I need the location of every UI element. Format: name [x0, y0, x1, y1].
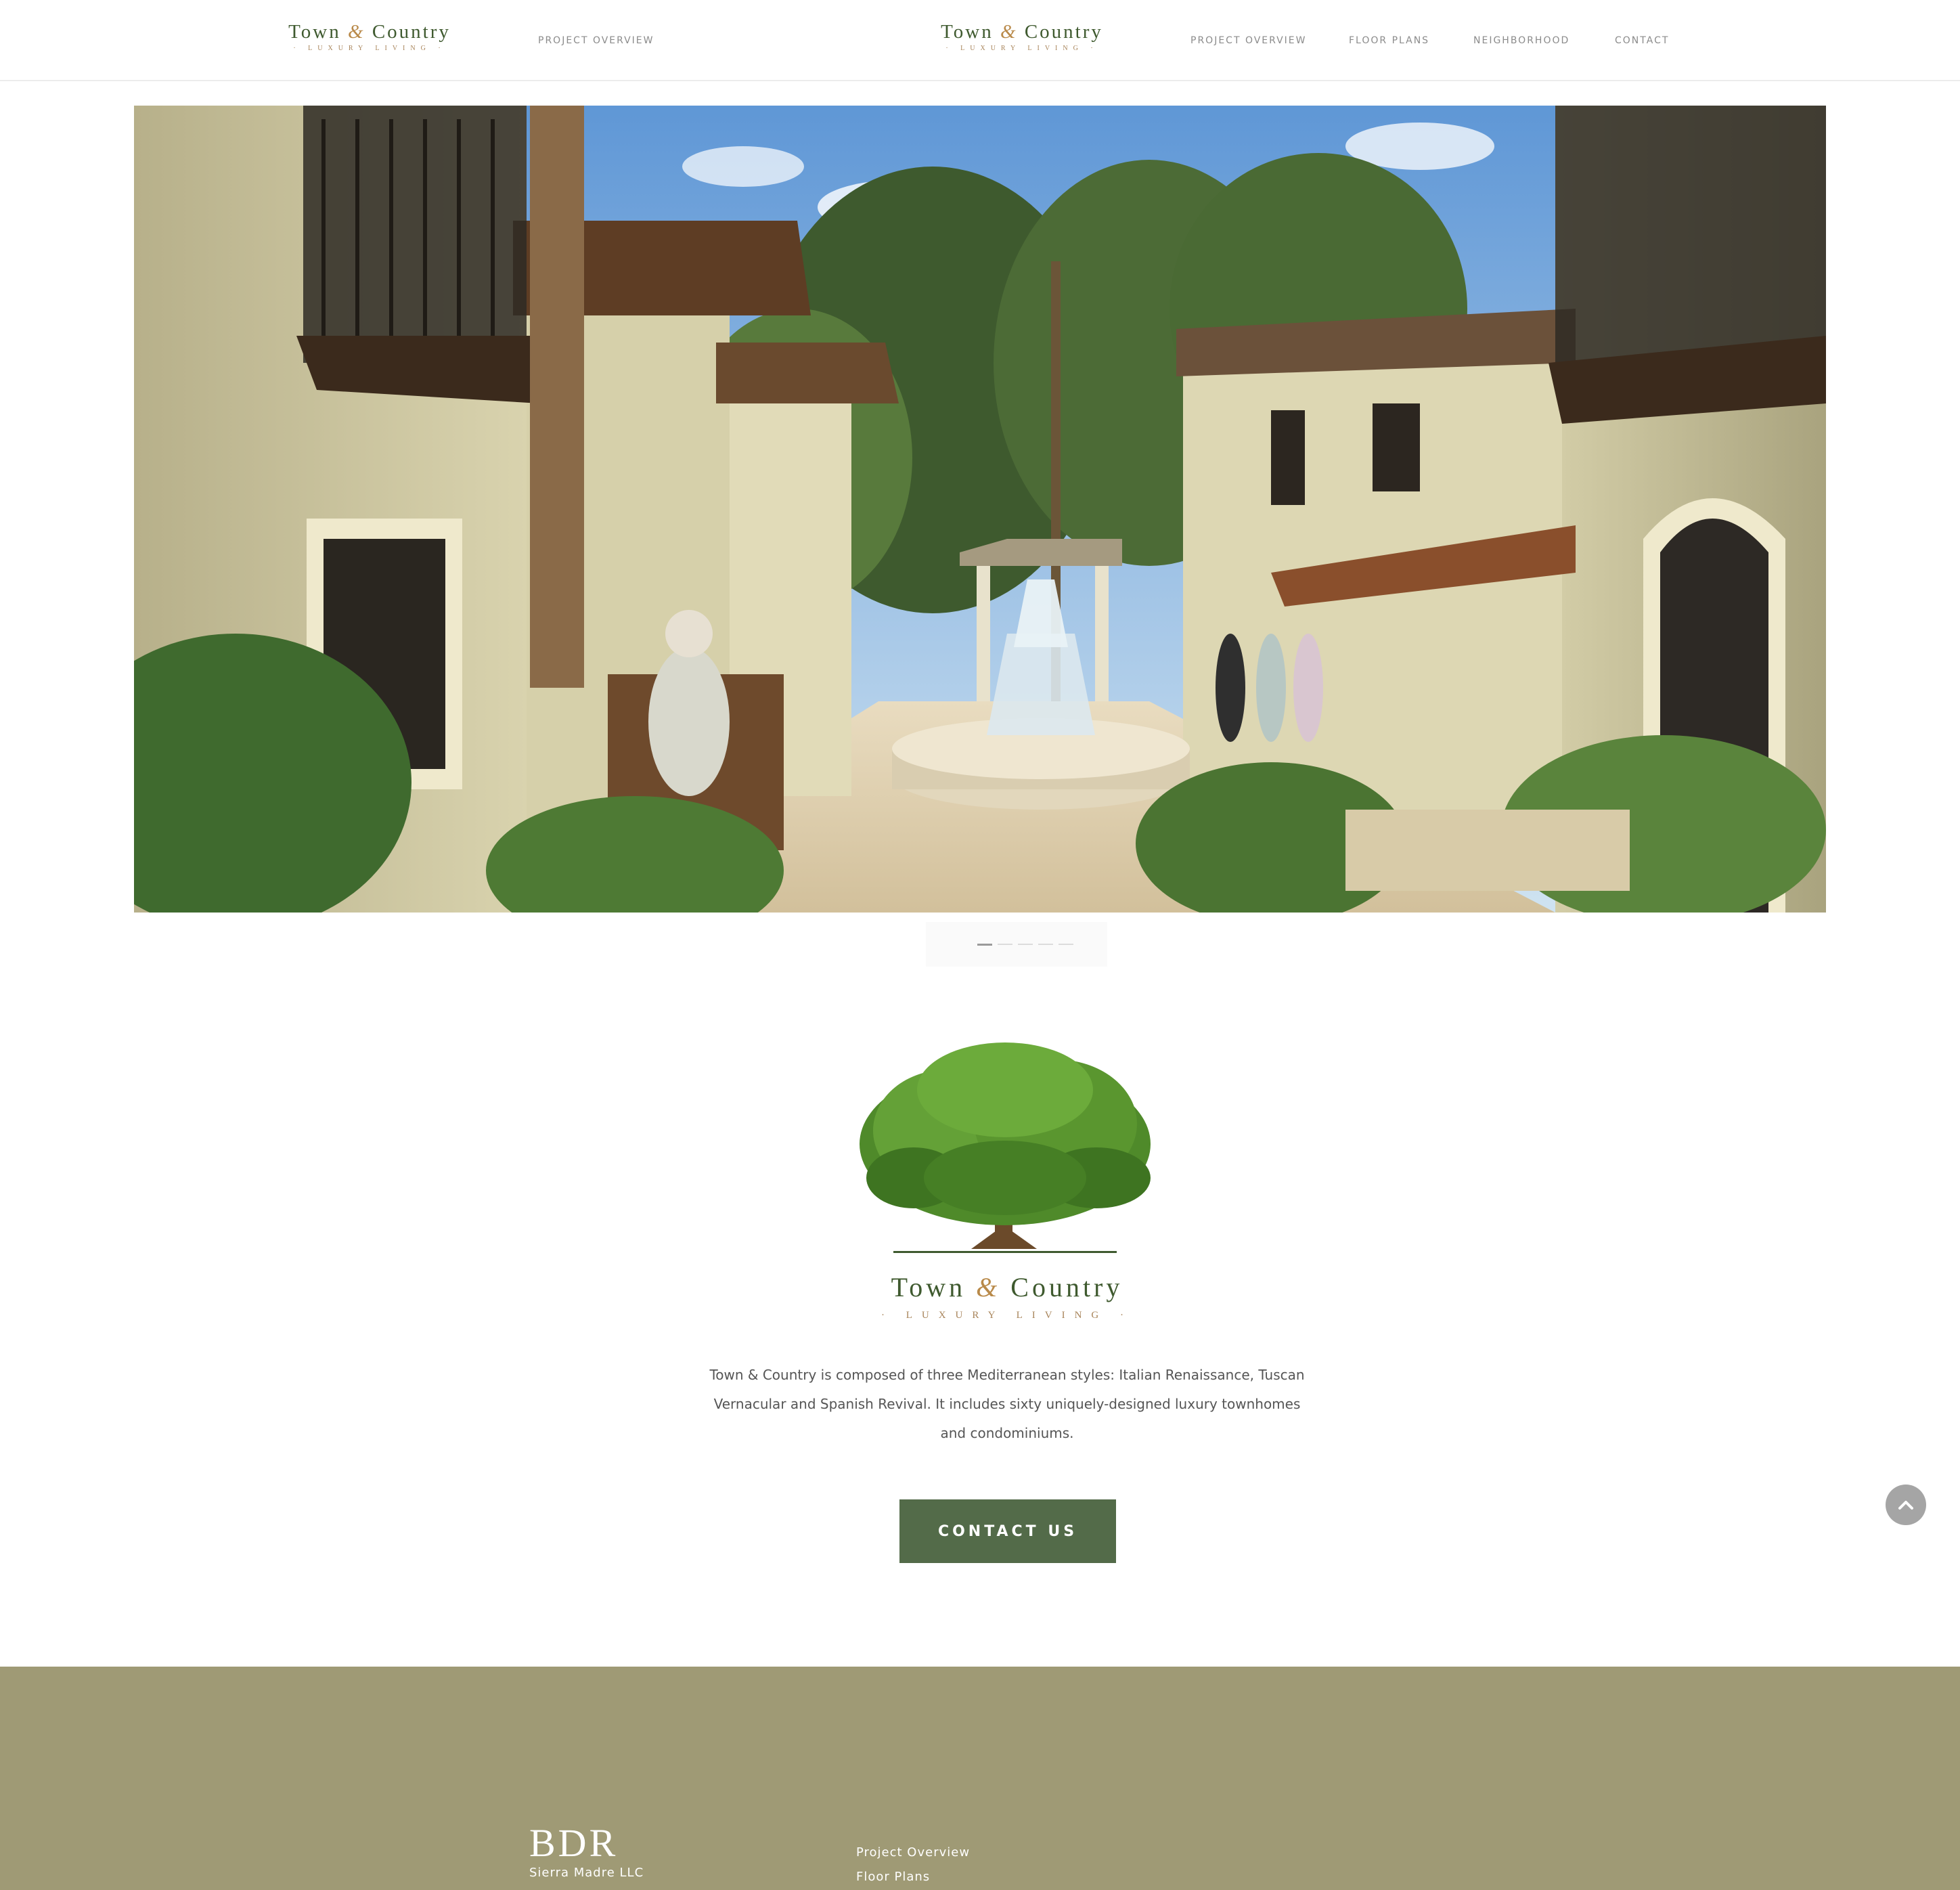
hero-slider[interactable]	[134, 106, 1826, 913]
logo-tagline: · LUXURY LIVING ·	[945, 45, 1098, 52]
contact-us-button[interactable]: CONTACT US	[899, 1499, 1116, 1563]
tree-logo-icon	[853, 1042, 1157, 1259]
nav-contact[interactable]: CONTACT	[1615, 35, 1669, 46]
scroll-to-top-button[interactable]	[1886, 1485, 1926, 1525]
site-footer: BDR Sierra Madre LLC Project Overview Fl…	[0, 1667, 1960, 1890]
logo-tagline: · LUXURY LIVING ·	[881, 1310, 1133, 1321]
slider-dot-3[interactable]	[1018, 944, 1033, 945]
site-header: Town & Country · LUXURY LIVING · PROJECT…	[0, 0, 1960, 81]
footer-brand-logo: BDR	[529, 1821, 619, 1865]
slider-dot-4[interactable]	[1038, 944, 1053, 945]
nav-floor-plans[interactable]: FLOOR PLANS	[1349, 35, 1429, 46]
logo-title: Town & Country	[288, 21, 451, 43]
nav-neighborhood[interactable]: NEIGHBORHOOD	[1473, 35, 1569, 46]
about-logo: Town & Country · LUXURY LIVING ·	[804, 1271, 1210, 1323]
nav-project-overview[interactable]: PROJECT OVERVIEW	[1190, 35, 1307, 46]
slider-dot-1[interactable]	[977, 944, 992, 946]
slider-pagination	[926, 922, 1107, 967]
slider-dot-5[interactable]	[1059, 944, 1073, 945]
nav-left-project-overview[interactable]: PROJECT OVERVIEW	[538, 35, 654, 46]
footer-company-name: Sierra Madre LLC	[529, 1866, 644, 1880]
logo-tagline: · LUXURY LIVING ·	[293, 45, 446, 52]
about-description: Town & Country is composed of three Medi…	[709, 1367, 1305, 1441]
footer-link-project-overview[interactable]: Project Overview	[856, 1845, 970, 1860]
header-logo-left[interactable]: Town & Country · LUXURY LIVING ·	[271, 20, 468, 54]
logo-title: Town & Country	[891, 1272, 1123, 1302]
hero-courtyard-illustration	[134, 106, 1826, 913]
footer-link-floor-plans[interactable]: Floor Plans	[856, 1870, 930, 1884]
logo-title: Town & Country	[941, 21, 1103, 43]
header-logo[interactable]: Town & Country · LUXURY LIVING ·	[923, 20, 1121, 54]
chevron-up-icon	[1898, 1501, 1913, 1510]
slider-dot-2[interactable]	[998, 944, 1012, 945]
